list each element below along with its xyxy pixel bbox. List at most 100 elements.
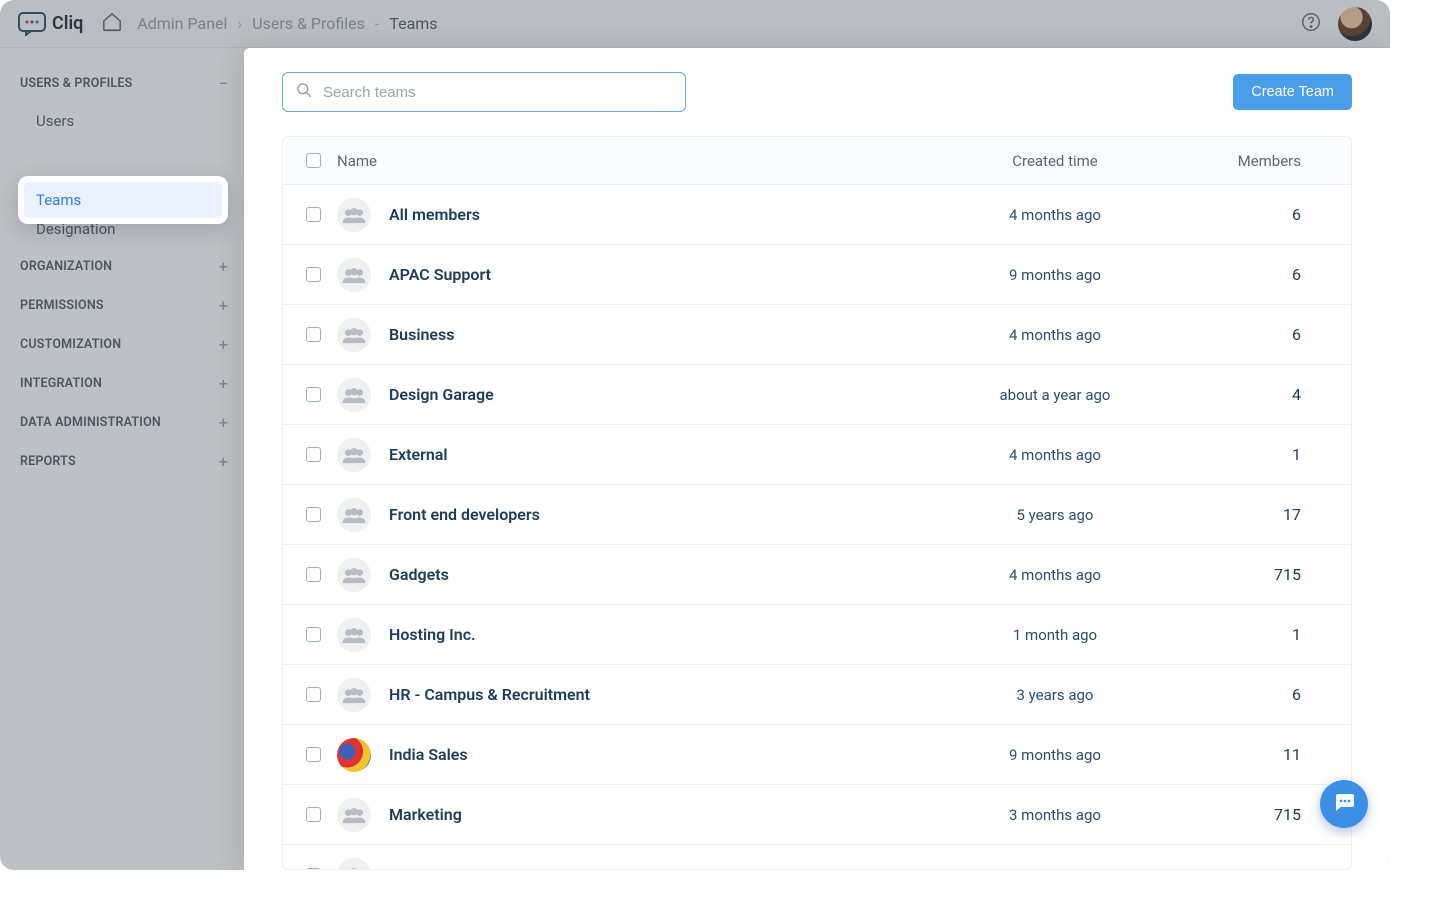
team-members-count: 1: [1165, 445, 1335, 464]
table-row[interactable]: Mobile App Development 8 months ago5: [283, 845, 1351, 870]
column-members[interactable]: Members: [1165, 152, 1335, 170]
team-name: Front end developers: [389, 505, 540, 524]
team-avatar-icon: [337, 858, 371, 870]
table-row[interactable]: Front end developers 5 years ago17: [283, 485, 1351, 545]
expand-icon: +: [219, 374, 228, 393]
breadcrumb-item[interactable]: Admin Panel: [137, 14, 227, 33]
team-name: Marketing: [389, 805, 462, 824]
expand-icon: +: [219, 413, 228, 432]
section-label: Reports: [20, 454, 76, 469]
table-row[interactable]: Design Garage about a year ago4: [283, 365, 1351, 425]
team-avatar-icon: [337, 498, 371, 532]
app-header: Cliq Admin Panel › Users & Profiles - Te…: [0, 0, 1390, 48]
team-created-time: 4 months ago: [945, 566, 1165, 584]
team-created-time: about a year ago: [945, 386, 1165, 404]
table-row[interactable]: Gadgets 4 months ago715: [283, 545, 1351, 605]
sidebar-active-popover: Teams: [18, 176, 228, 224]
sidebar-item-users[interactable]: Users: [24, 103, 234, 139]
sidebar-section-reports[interactable]: Reports +: [14, 442, 234, 481]
team-members-count: 6: [1165, 265, 1335, 284]
team-name: Mobile App Development: [389, 866, 569, 871]
team-created-time: 4 months ago: [945, 446, 1165, 464]
chat-fab[interactable]: [1320, 780, 1368, 828]
team-name: Design Garage: [389, 385, 494, 404]
team-created-time: 3 months ago: [945, 806, 1165, 824]
user-avatar[interactable]: [1338, 7, 1372, 41]
team-created-time: 4 months ago: [945, 326, 1165, 344]
expand-icon: +: [219, 257, 228, 276]
search-input[interactable]: [323, 84, 673, 101]
table-row[interactable]: Hosting Inc.1 month ago1: [283, 605, 1351, 665]
table-row[interactable]: HR - Campus & Recruitment3 years ago6: [283, 665, 1351, 725]
row-checkbox[interactable]: [306, 687, 321, 702]
cliq-logo-icon: [18, 12, 46, 36]
expand-icon: +: [219, 452, 228, 471]
team-avatar-icon: [337, 678, 371, 712]
row-checkbox[interactable]: [306, 868, 321, 871]
team-name: Business: [389, 325, 454, 344]
team-members-count: 4: [1165, 385, 1335, 404]
table-row[interactable]: India Sales9 months ago11: [283, 725, 1351, 785]
table-row[interactable]: All members4 months ago6: [283, 185, 1351, 245]
sidebar: Users & Profiles − Users Teams Departmen…: [0, 48, 244, 870]
team-members-count: 5: [1165, 866, 1335, 871]
create-team-button[interactable]: Create Team: [1233, 74, 1352, 110]
sidebar-section-permissions[interactable]: Permissions +: [14, 286, 234, 325]
team-name: Gadgets: [389, 565, 449, 584]
section-label: Integration: [20, 376, 102, 391]
table-row[interactable]: Marketing 3 months ago715: [283, 785, 1351, 845]
row-checkbox[interactable]: [306, 507, 321, 522]
sidebar-section-data-administration[interactable]: Data Administration +: [14, 403, 234, 442]
team-created-time: 5 years ago: [945, 506, 1165, 524]
row-checkbox[interactable]: [306, 327, 321, 342]
column-created[interactable]: Created time: [945, 152, 1165, 170]
row-checkbox[interactable]: [306, 207, 321, 222]
row-checkbox[interactable]: [306, 387, 321, 402]
team-avatar-icon: [337, 438, 371, 472]
logo: Cliq: [18, 12, 83, 36]
team-created-time: 9 months ago: [945, 746, 1165, 764]
help-icon[interactable]: [1300, 11, 1322, 37]
row-checkbox[interactable]: [306, 447, 321, 462]
team-created-time: 8 months ago: [945, 866, 1165, 870]
team-created-time: 3 years ago: [945, 686, 1165, 704]
team-members-count: 11: [1165, 745, 1335, 764]
sidebar-section-organization[interactable]: Organization +: [14, 247, 234, 286]
column-name[interactable]: Name: [337, 152, 945, 170]
sidebar-section-customization[interactable]: Customization +: [14, 325, 234, 364]
team-members-count: 17: [1165, 505, 1335, 524]
team-members-count: 715: [1165, 565, 1335, 584]
row-checkbox[interactable]: [306, 567, 321, 582]
team-avatar-icon: [337, 618, 371, 652]
table-row[interactable]: APAC Support9 months ago6: [283, 245, 1351, 305]
breadcrumb-item[interactable]: Users & Profiles: [252, 14, 365, 33]
expand-icon: +: [219, 296, 228, 315]
team-name: APAC Support: [389, 265, 491, 284]
breadcrumb-item: Teams: [389, 14, 437, 33]
main-panel: Create Team Name Created time Members Al…: [244, 48, 1390, 870]
row-checkbox[interactable]: [306, 747, 321, 762]
team-avatar-icon: [337, 558, 371, 592]
row-checkbox[interactable]: [306, 627, 321, 642]
sidebar-section-integration[interactable]: Integration +: [14, 364, 234, 403]
section-label: Data Administration: [20, 415, 161, 430]
collapse-icon: −: [219, 74, 228, 93]
breadcrumb: Admin Panel › Users & Profiles - Teams: [137, 14, 437, 33]
team-members-count: 715: [1165, 805, 1335, 824]
team-avatar-icon: [337, 738, 371, 772]
home-icon[interactable]: [97, 11, 123, 37]
team-name: HR - Campus & Recruitment: [389, 685, 590, 704]
breadcrumb-separator: ›: [237, 14, 242, 33]
select-all-checkbox[interactable]: [306, 153, 321, 168]
team-name: All members: [389, 205, 480, 224]
table-row[interactable]: External4 months ago1: [283, 425, 1351, 485]
search-icon: [295, 81, 313, 103]
team-avatar-icon: [337, 258, 371, 292]
table-row[interactable]: Business4 months ago6: [283, 305, 1351, 365]
sidebar-section-users-profiles[interactable]: Users & Profiles −: [14, 64, 234, 103]
row-checkbox[interactable]: [306, 807, 321, 822]
row-checkbox[interactable]: [306, 267, 321, 282]
search-input-wrapper[interactable]: [282, 72, 686, 112]
sidebar-item-teams[interactable]: Teams: [24, 182, 222, 218]
team-avatar-icon: [337, 318, 371, 352]
